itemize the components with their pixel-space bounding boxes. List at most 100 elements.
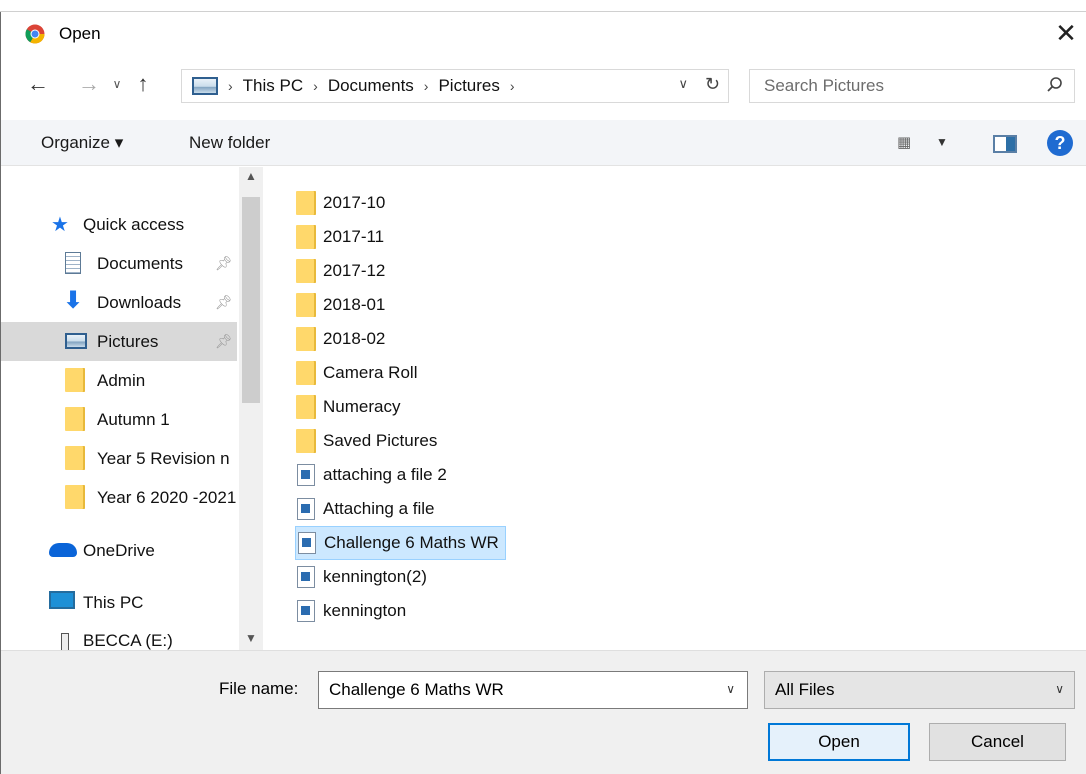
address-history-chevron-icon[interactable]: ∨ xyxy=(678,76,688,92)
command-toolbar: Organize ▾ New folder ▦ ▼ ? xyxy=(1,120,1086,166)
folder-icon xyxy=(296,259,316,283)
nav-item-admin[interactable]: Admin xyxy=(1,361,237,400)
navigation-row: ← → ∨ ↑ › This PC › Documents › Pictures… xyxy=(1,58,1086,114)
breadcrumb-separator-icon[interactable]: › xyxy=(228,78,233,94)
address-bar[interactable]: › This PC › Documents › Pictures › ∨ ↻ xyxy=(181,69,729,103)
file-type-select[interactable]: All Files ∨ xyxy=(764,671,1075,709)
breadcrumb-separator-icon[interactable]: › xyxy=(313,78,318,94)
list-item-icon xyxy=(295,498,317,520)
folder-icon xyxy=(296,327,316,351)
image-file-icon xyxy=(297,600,315,622)
list-item-icon xyxy=(295,566,317,588)
folder-icon xyxy=(296,429,316,453)
open-button[interactable]: Open xyxy=(768,723,910,761)
list-item[interactable]: 2018-02 xyxy=(295,322,385,356)
folder-icon xyxy=(296,191,316,215)
breadcrumb-this-pc[interactable]: This PC xyxy=(243,76,303,96)
help-icon[interactable]: ? xyxy=(1047,130,1073,156)
list-item-label: 2017-10 xyxy=(323,193,386,212)
list-item-label: Challenge 6 Maths WR xyxy=(324,533,499,552)
folder-icon xyxy=(296,395,316,419)
forward-button[interactable]: → xyxy=(75,70,103,98)
file-name-field[interactable]: Challenge 6 Maths WR ∨ xyxy=(318,671,748,709)
nav-item-quick-access[interactable]: ★ Quick access xyxy=(1,205,237,244)
list-item[interactable]: 2017-11 xyxy=(295,220,384,254)
list-item-label: 2018-02 xyxy=(323,329,386,348)
nav-item-onedrive[interactable]: OneDrive xyxy=(1,531,237,570)
list-item-icon xyxy=(295,429,317,453)
cloud-icon xyxy=(49,543,77,557)
list-item[interactable]: Camera Roll xyxy=(295,356,417,390)
arrow-right-icon: → xyxy=(78,71,100,96)
chevron-down-icon[interactable]: ∨ xyxy=(726,682,735,696)
folder-icon xyxy=(65,485,85,509)
view-options-chevron-icon[interactable]: ▼ xyxy=(936,135,948,149)
up-button[interactable]: ↑ xyxy=(129,70,157,98)
list-item-label: attaching a file 2 xyxy=(323,465,447,484)
file-list: 2017-10 2017-11 2017-12 2018-01 2018-02 Camer… xyxy=(263,167,1086,650)
breadcrumb-separator-icon[interactable]: › xyxy=(424,78,429,94)
scroll-up-icon[interactable]: ▲ xyxy=(245,169,257,183)
chevron-down-icon[interactable]: ∨ xyxy=(1055,682,1064,696)
search-icon xyxy=(1047,77,1062,92)
cancel-button[interactable]: Cancel xyxy=(929,723,1066,761)
computer-icon xyxy=(49,591,75,609)
list-item[interactable]: Challenge 6 Maths WR xyxy=(295,526,506,560)
nav-label: BECCA (E:) xyxy=(83,631,173,650)
nav-label: Pictures xyxy=(97,331,159,351)
breadcrumb-separator-icon[interactable]: › xyxy=(510,78,515,94)
nav-label: Downloads xyxy=(97,292,182,312)
folder-icon xyxy=(65,446,85,470)
list-item-icon xyxy=(295,225,317,249)
nav-item-year-5-revision[interactable]: Year 5 Revision n xyxy=(1,439,237,478)
list-item[interactable]: Attaching a file xyxy=(295,492,435,526)
preview-pane-icon[interactable] xyxy=(993,135,1017,153)
file-type-value: All Files xyxy=(775,680,835,699)
list-item[interactable]: kennington(2) xyxy=(295,560,427,594)
list-item[interactable]: 2017-12 xyxy=(295,254,385,288)
folder-icon xyxy=(296,225,316,249)
list-item-label: Camera Roll xyxy=(323,363,418,382)
breadcrumb-documents[interactable]: Documents xyxy=(328,76,414,96)
recent-locations-button[interactable]: ∨ xyxy=(107,70,127,98)
list-item[interactable]: attaching a file 2 xyxy=(295,458,447,492)
nav-item-downloads[interactable]: ⬇ Downloads 📌︎ xyxy=(1,283,237,322)
nav-item-pictures[interactable]: Pictures 📌︎ xyxy=(1,322,237,361)
list-item[interactable]: Numeracy xyxy=(295,390,400,424)
new-folder-button[interactable]: New folder xyxy=(189,133,270,153)
list-item-icon xyxy=(295,259,317,283)
close-button[interactable]: ✕ xyxy=(1051,18,1081,48)
list-item[interactable]: 2017-10 xyxy=(295,186,385,220)
image-file-icon xyxy=(297,566,315,588)
star-icon: ★ xyxy=(51,214,69,236)
view-options-icon[interactable]: ▦ xyxy=(897,133,911,151)
download-arrow-icon: ⬇ xyxy=(63,287,84,314)
scrollbar-thumb[interactable] xyxy=(242,197,260,403)
list-item[interactable]: kennington xyxy=(295,594,406,628)
nav-item-documents[interactable]: Documents 📌︎ xyxy=(1,244,237,283)
pin-icon[interactable]: 📌︎ xyxy=(215,255,233,272)
title-bar: Open ✕ xyxy=(1,12,1086,54)
search-input[interactable]: Search Pictures xyxy=(749,69,1075,103)
pin-icon[interactable]: 📌︎ xyxy=(215,333,233,350)
breadcrumb-pictures[interactable]: Pictures xyxy=(438,76,499,96)
list-item[interactable]: Saved Pictures xyxy=(295,424,437,458)
list-item-label: 2017-11 xyxy=(323,227,385,246)
back-button[interactable]: ← xyxy=(23,70,53,98)
nav-label: Year 5 Revision n xyxy=(97,448,230,468)
list-item[interactable]: 2018-01 xyxy=(295,288,385,322)
nav-item-year-6-2020[interactable]: Year 6 2020 -2021 xyxy=(1,478,237,517)
refresh-icon[interactable]: ↻ xyxy=(705,74,720,95)
nav-pane-scrollbar[interactable]: ▲ ▼ xyxy=(239,167,263,650)
search-placeholder: Search Pictures xyxy=(764,76,884,95)
folder-icon xyxy=(65,407,85,431)
nav-item-this-pc[interactable]: This PC xyxy=(1,583,237,622)
organize-button[interactable]: Organize ▾ xyxy=(41,133,123,153)
list-item-icon xyxy=(295,464,317,486)
folder-icon xyxy=(65,368,85,392)
nav-item-autumn-1[interactable]: Autumn 1 xyxy=(1,400,237,439)
scroll-down-icon[interactable]: ▼ xyxy=(245,631,257,645)
image-file-icon xyxy=(297,464,315,486)
chrome-icon xyxy=(25,24,45,44)
pin-icon[interactable]: 📌︎ xyxy=(215,294,233,311)
